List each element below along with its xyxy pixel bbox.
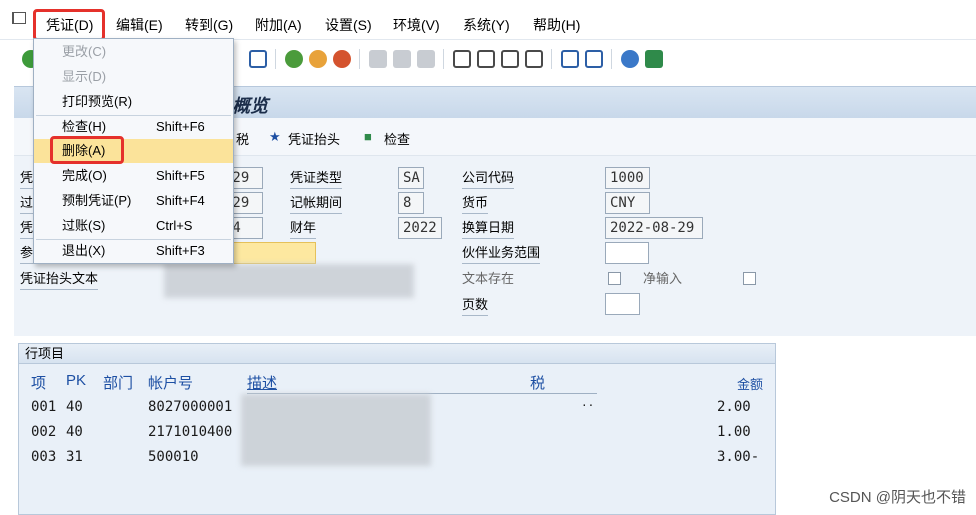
- menu-goto[interactable]: 转到(G): [185, 15, 233, 35]
- check-button[interactable]: 检查: [384, 129, 410, 148]
- item-number: 002: [31, 424, 57, 440]
- period-label: 记帐期间: [290, 193, 343, 214]
- company-code-label: 公司代码: [462, 168, 515, 189]
- amount: 1.00: [717, 424, 751, 440]
- menu-item-exit[interactable]: 退出(X) Shift+F3: [34, 239, 233, 263]
- menu-item-change[interactable]: 更改(C): [34, 40, 233, 64]
- amount: 3.00-: [717, 449, 760, 465]
- item-number: 001: [31, 399, 57, 415]
- doc-type-field[interactable]: SA: [398, 167, 424, 189]
- last-page-icon[interactable]: [525, 50, 543, 68]
- menu-bar: 凭证(D) 编辑(E) 转到(G) 附加(A) 设置(S) 环境(V) 系统(Y…: [0, 0, 976, 40]
- period-field[interactable]: 8: [398, 192, 424, 214]
- watermark: CSDN @阴天也不错: [829, 489, 966, 506]
- next-page-icon[interactable]: [501, 50, 519, 68]
- translation-date-label: 换算日期: [462, 218, 515, 239]
- menu-extras[interactable]: 附加(A): [255, 15, 302, 35]
- net-entry-checkbox[interactable]: [743, 272, 756, 285]
- first-page-icon[interactable]: [453, 50, 471, 68]
- redacted-description: [241, 394, 431, 466]
- text-exists-checkbox[interactable]: [608, 272, 621, 285]
- menu-item-print-preview[interactable]: 打印预览(R): [34, 90, 233, 114]
- net-entry-label: 净输入: [643, 271, 683, 286]
- redacted-text: [164, 264, 414, 298]
- column-header[interactable]: 描述: [247, 372, 277, 393]
- account-number: 500010: [148, 449, 199, 465]
- account-number: 8027000001: [148, 399, 233, 415]
- document-menu-dropdown: 更改(C) 显示(D) 打印预览(R) 检查(H) Shift+F6 删除(A) …: [33, 38, 234, 264]
- column-header[interactable]: 部门: [103, 372, 133, 393]
- page-title: 概览: [232, 96, 268, 116]
- find-icon[interactable]: [393, 50, 411, 68]
- menu-item-check[interactable]: 检查(H) Shift+F6: [34, 115, 233, 139]
- fiscal-year-label: 财年: [290, 218, 317, 239]
- column-header[interactable]: 帐户号: [148, 372, 193, 393]
- currency-field[interactable]: CNY: [605, 192, 650, 214]
- pages-field[interactable]: [605, 293, 640, 315]
- fiscal-year-field[interactable]: 2022: [398, 217, 442, 239]
- translation-date-field[interactable]: 2022-08-29: [605, 217, 703, 239]
- item-number: 003: [31, 449, 57, 465]
- line-items-table: 行项目 项 PK 部门 帐户号 描述 税 金额 001 40 802700000…: [18, 343, 776, 515]
- menu-item-complete[interactable]: 完成(O) Shift+F5: [34, 164, 233, 188]
- partner-area-label: 伙伴业务范围: [462, 243, 541, 264]
- line-items-caption: 行项目: [19, 344, 775, 364]
- account-number: 2171010400: [148, 424, 233, 440]
- shortcut-icon[interactable]: [585, 50, 603, 68]
- new-session-icon[interactable]: [561, 50, 579, 68]
- field-label: 参: [20, 243, 34, 264]
- field-label: 凭: [20, 168, 34, 189]
- layout-icon[interactable]: [645, 50, 663, 68]
- currency-label: 货币: [462, 193, 489, 214]
- tax-button[interactable]: 税: [236, 129, 249, 148]
- column-header[interactable]: PK: [66, 372, 86, 389]
- partner-area-field[interactable]: [605, 242, 649, 264]
- menu-item-park[interactable]: 预制凭证(P) Shift+F4: [34, 189, 233, 213]
- exit-nav-icon[interactable]: [309, 50, 327, 68]
- cancel-icon[interactable]: [333, 50, 351, 68]
- find-next-icon[interactable]: [417, 50, 435, 68]
- menu-system[interactable]: 系统(Y): [463, 15, 510, 35]
- reference-field[interactable]: [232, 242, 316, 264]
- posting-key: 40: [66, 399, 83, 415]
- menu-item-post[interactable]: 过账(S) Ctrl+S: [34, 214, 233, 238]
- document-header-button[interactable]: 凭证抬头: [288, 129, 340, 148]
- menu-item-display[interactable]: 显示(D): [34, 65, 233, 89]
- text-exists-label: 文本存在: [462, 271, 515, 286]
- previous-page-icon[interactable]: [477, 50, 495, 68]
- header-text-label: 凭证抬头文本: [20, 269, 99, 290]
- company-code-field[interactable]: 1000: [605, 167, 650, 189]
- posting-key: 31: [66, 449, 83, 465]
- back-icon[interactable]: [285, 50, 303, 68]
- field-label: 凭: [20, 218, 34, 239]
- print-icon[interactable]: [369, 50, 387, 68]
- doc-type-label: 凭证类型: [290, 168, 343, 189]
- menu-item-delete[interactable]: 删除(A): [34, 139, 233, 163]
- help-icon[interactable]: [621, 50, 639, 68]
- exit-icon[interactable]: [12, 12, 26, 24]
- tax-dots: ..: [581, 396, 595, 409]
- posting-key: 40: [66, 424, 83, 440]
- menu-help[interactable]: 帮助(H): [533, 15, 580, 35]
- column-header[interactable]: 项: [31, 372, 46, 393]
- amount: 2.00: [717, 399, 751, 415]
- column-header[interactable]: 金额: [737, 374, 763, 393]
- check-icon: ■: [364, 129, 372, 144]
- menu-environment[interactable]: 环境(V): [393, 15, 440, 35]
- menu-settings[interactable]: 设置(S): [325, 15, 372, 35]
- menu-edit[interactable]: 编辑(E): [116, 15, 163, 35]
- column-header[interactable]: 税: [530, 372, 545, 393]
- menu-document[interactable]: 凭证(D): [46, 15, 94, 35]
- header-icon: ★: [269, 129, 281, 144]
- field-label: 过: [20, 193, 34, 214]
- save-icon[interactable]: [249, 50, 267, 68]
- pages-label: 页数: [462, 295, 489, 316]
